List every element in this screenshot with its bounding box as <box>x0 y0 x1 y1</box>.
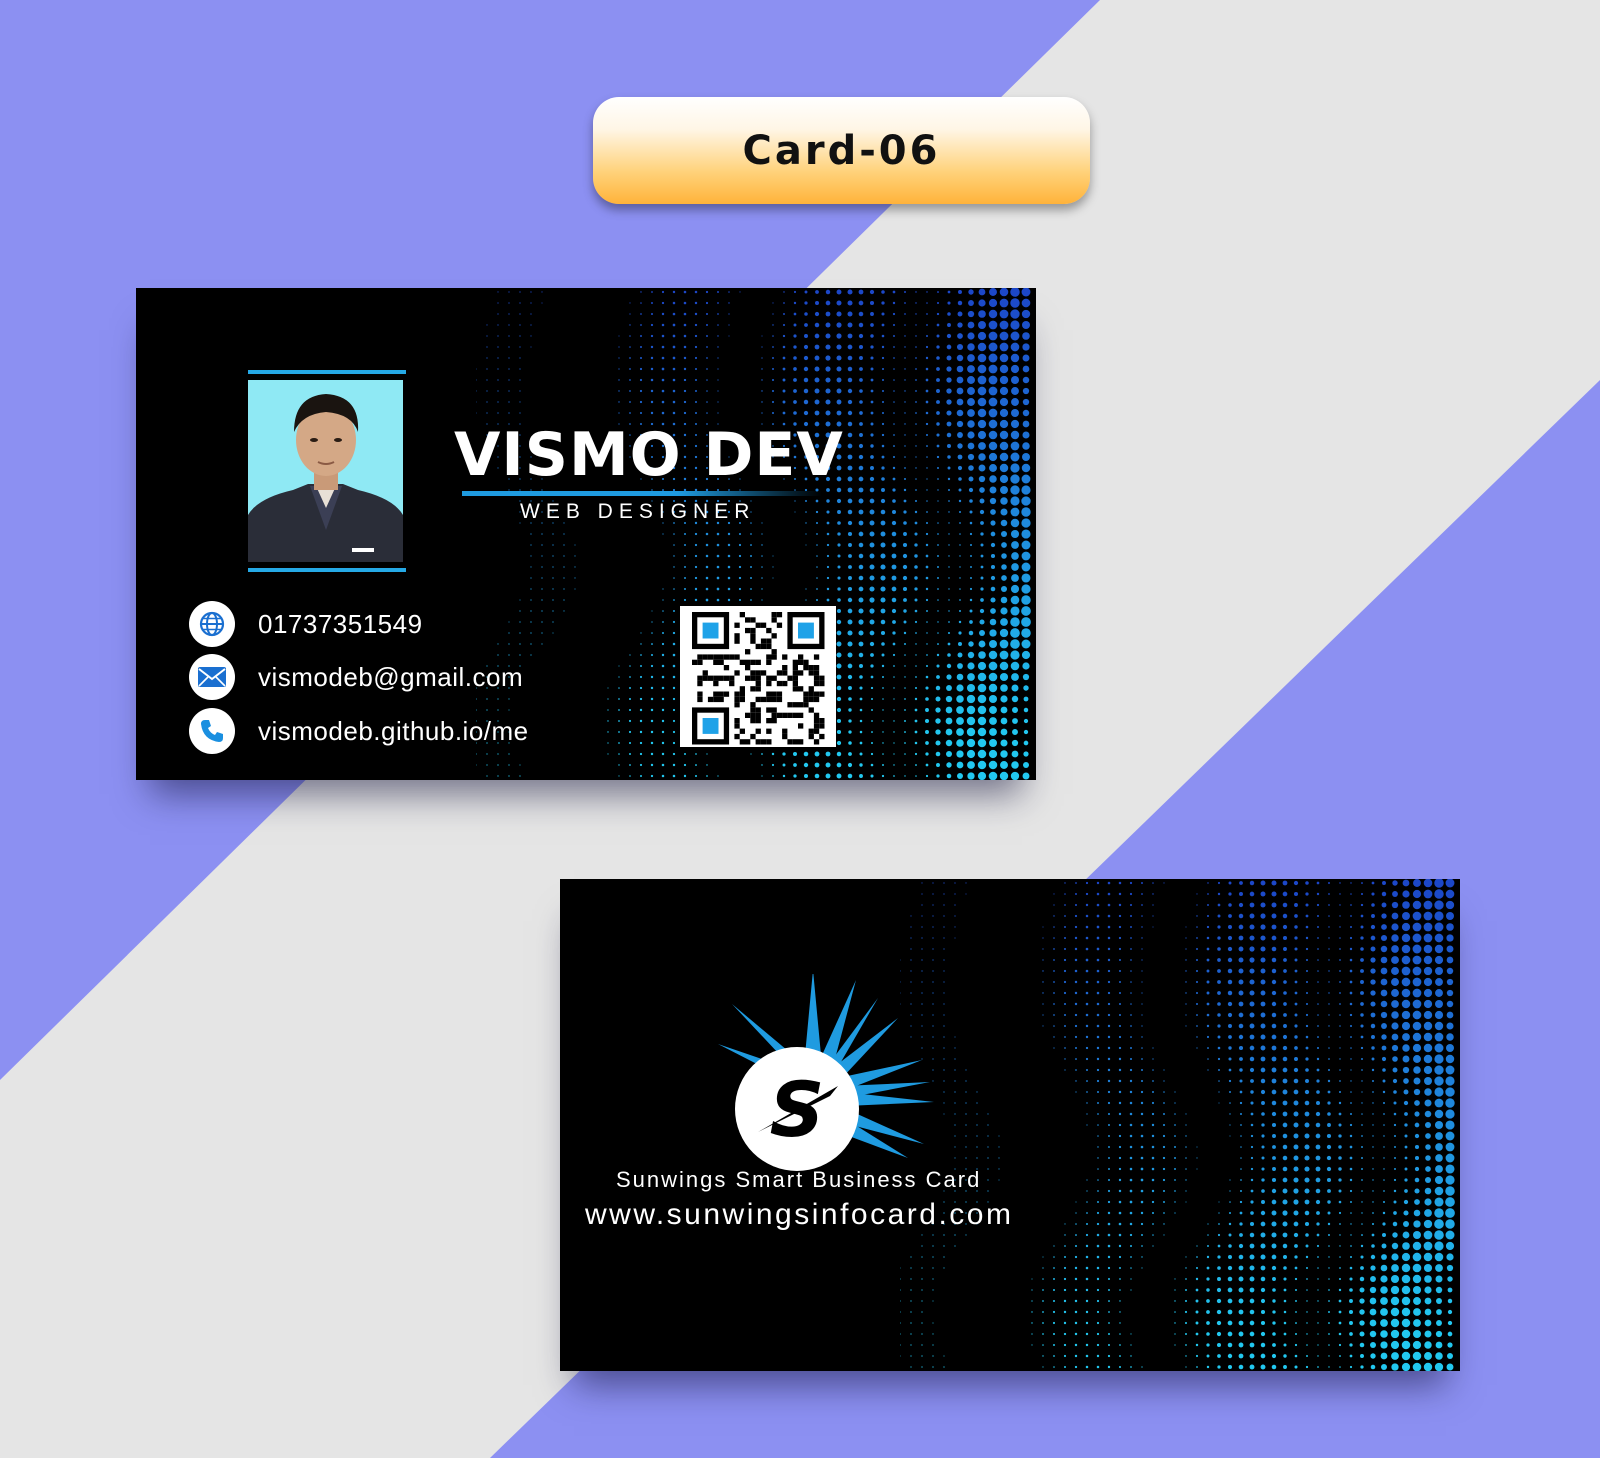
business-card-back: S Sunwings Smart Business Card www.sunwi… <box>560 879 1460 1371</box>
person-name: VISMO DEV <box>454 420 844 490</box>
business-card-front: VISMO DEV WEB DESIGNER 01737351549 vismo… <box>136 288 1036 780</box>
sunwings-logo-icon: S <box>718 974 934 1171</box>
globe-icon <box>189 601 235 647</box>
svg-text:S: S <box>770 1065 825 1154</box>
contact-row-website: vismodeb.github.io/me <box>189 708 529 754</box>
phone-icon <box>189 708 235 754</box>
photo-accent-bar-top <box>248 370 406 374</box>
contact-row-email: vismodeb@gmail.com <box>189 654 523 700</box>
contact-text-phone: 01737351549 <box>258 608 423 639</box>
contact-text-email: vismodeb@gmail.com <box>258 661 524 692</box>
card-label-text: Card-06 <box>742 127 941 174</box>
profile-photo <box>248 380 403 562</box>
email-icon <box>189 654 235 700</box>
job-title: WEB DESIGNER <box>520 500 756 523</box>
brand-name: Sunwings Smart Business Card <box>616 1167 982 1192</box>
qr-code <box>680 606 836 747</box>
profile-photo-frame <box>248 370 406 572</box>
name-underline <box>462 491 822 496</box>
contact-row-phone: 01737351549 <box>189 601 423 647</box>
brand-website: www.sunwingsinfocard.com <box>585 1198 1014 1231</box>
card-label-badge: Card-06 <box>593 97 1090 204</box>
halftone-wave-pattern <box>900 879 1455 1371</box>
photo-accent-bar-bottom <box>248 568 406 572</box>
contact-text-website: vismodeb.github.io/me <box>258 715 529 746</box>
